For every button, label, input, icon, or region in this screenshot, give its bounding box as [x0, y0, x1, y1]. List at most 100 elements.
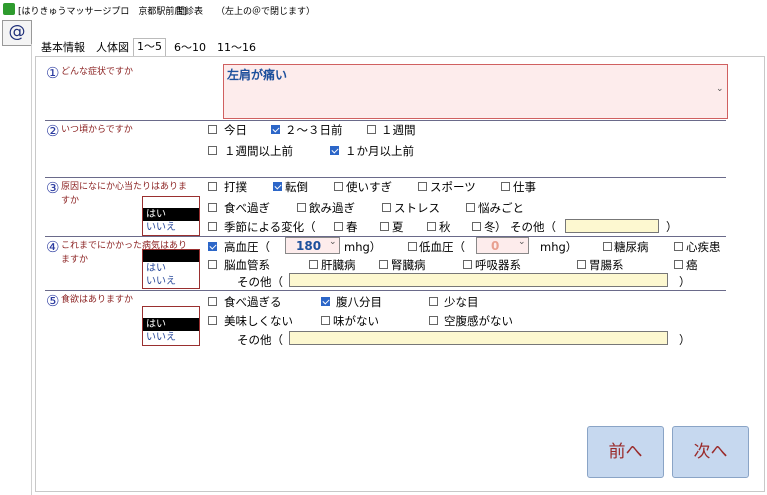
q3-option-checkbox[interactable]: [418, 182, 427, 191]
q4-option-checkbox[interactable]: [208, 260, 217, 269]
q5-option-checkbox[interactable]: [429, 297, 438, 306]
q4-yes-no-list[interactable]: はい いいえ: [142, 249, 200, 289]
q3-option-checkbox[interactable]: [297, 203, 306, 212]
q4-option-checkbox[interactable]: [309, 260, 318, 269]
q5-label: 食欲はありますか: [61, 295, 134, 305]
no-option[interactable]: いいえ: [143, 275, 199, 288]
q5-option-label: 食べ過ぎる: [224, 295, 282, 309]
q2-option-checkbox[interactable]: [367, 125, 376, 134]
q4-label-line2: ますか: [61, 255, 89, 265]
q5-option-checkbox[interactable]: [208, 297, 217, 306]
q2-option-label: １週間以上前: [224, 144, 293, 158]
prev-button[interactable]: 前へ: [587, 426, 664, 478]
q2-option-label: １週間: [381, 123, 416, 137]
tab-6-10[interactable]: 6～10: [171, 40, 209, 56]
q4-option-label: 癌: [686, 258, 698, 272]
blank-option[interactable]: [143, 250, 199, 262]
q4-option-checkbox[interactable]: [674, 260, 683, 269]
chevron-down-icon[interactable]: ⌄: [716, 84, 724, 94]
q5-option-checkbox[interactable]: [429, 316, 438, 325]
next-button[interactable]: 次へ: [672, 426, 749, 478]
no-option[interactable]: いいえ: [143, 331, 199, 344]
q5-option-checkbox[interactable]: [321, 316, 330, 325]
q4-option-checkbox[interactable]: [603, 242, 612, 251]
season-checkbox[interactable]: [472, 222, 481, 231]
high-blood-pressure-label: 高血圧（: [224, 240, 270, 254]
q3-option-checkbox[interactable]: [466, 203, 475, 212]
tab-basic-info[interactable]: 基本情報: [38, 40, 88, 56]
q2-option-checkbox[interactable]: [208, 125, 217, 134]
q3-option-checkbox[interactable]: [382, 203, 391, 212]
q3-option-label: 飲み過ぎ: [309, 201, 355, 215]
window-title: [はりきゅうマッサージプロ 京都駅前店]: [18, 7, 187, 17]
season-checkbox[interactable]: [380, 222, 389, 231]
q2-option-label: 今日: [224, 123, 247, 137]
q3-other-input[interactable]: [565, 219, 659, 233]
q5-option-checkbox[interactable]: [321, 297, 330, 306]
q3-label-line2: すか: [61, 196, 80, 206]
q4-other-close: ）: [679, 275, 691, 289]
q3-option-checkbox[interactable]: [501, 182, 510, 191]
season-label: 冬: [484, 220, 496, 234]
tab-11-16[interactable]: 11～16: [214, 40, 259, 56]
q5-other-close: ）: [679, 333, 691, 347]
low-blood-pressure-checkbox[interactable]: [408, 242, 417, 251]
q4-option-checkbox[interactable]: [577, 260, 586, 269]
q4-number: ④: [46, 238, 60, 256]
close-hint: （左上の＠で閉じます）: [216, 7, 316, 17]
q2-option-checkbox[interactable]: [271, 125, 280, 134]
chevron-down-icon[interactable]: ⌄: [329, 237, 337, 247]
season-label: 夏: [392, 220, 404, 234]
q3-option-label: 悩みごと: [478, 201, 524, 215]
screen-title: 問診表: [176, 7, 204, 17]
tab-1-5[interactable]: 1～5: [133, 38, 166, 57]
yes-option[interactable]: はい: [143, 318, 199, 331]
q2-option-checkbox[interactable]: [208, 146, 217, 155]
q4-option-checkbox[interactable]: [379, 260, 388, 269]
q4-option-label: 糖尿病: [614, 240, 649, 254]
high-blood-pressure-checkbox[interactable]: [208, 242, 217, 251]
separator: [45, 290, 726, 291]
chevron-down-icon[interactable]: ⌄: [518, 237, 526, 247]
yes-option[interactable]: はい: [143, 208, 199, 221]
q5-option-checkbox[interactable]: [208, 316, 217, 325]
season-checkbox[interactable]: [427, 222, 436, 231]
q4-other-label: その他（: [237, 275, 283, 289]
season-label: 春: [346, 220, 358, 234]
q5-other-input[interactable]: [289, 331, 668, 345]
q5-option-label: 味がない: [333, 314, 379, 328]
q3-option-label: 仕事: [513, 180, 536, 194]
q1-label: どんな症状ですか: [61, 67, 134, 77]
q3-option-checkbox[interactable]: [208, 203, 217, 212]
q3-option-checkbox[interactable]: [273, 182, 282, 191]
q4-option-checkbox[interactable]: [463, 260, 472, 269]
symptom-textarea[interactable]: [223, 64, 728, 119]
season-checkbox[interactable]: [334, 222, 343, 231]
q2-option-label: １か月以上前: [345, 144, 414, 158]
title-bar: [はりきゅうマッサージプロ 京都駅前店] 問診表 （左上の＠で閉じます）: [0, 0, 767, 20]
q3-option-label: 食べ過ぎ: [224, 201, 270, 215]
q3-seasonal-checkbox[interactable]: [208, 222, 217, 231]
q4-other-input[interactable]: [289, 273, 668, 287]
q4-option-label: 胃腸系: [589, 258, 624, 272]
q3-option-checkbox[interactable]: [208, 182, 217, 191]
close-at-button[interactable]: @: [2, 20, 32, 46]
q3-option-checkbox[interactable]: [334, 182, 343, 191]
q4-option-checkbox[interactable]: [674, 242, 683, 251]
unit-label: mhg）: [344, 240, 382, 254]
q2-label: いつ頃からですか: [61, 125, 133, 135]
q3-option-label: 転倒: [285, 180, 308, 194]
yes-option[interactable]: はい: [143, 262, 199, 275]
q3-number: ③: [46, 179, 60, 197]
q3-yes-no-list[interactable]: はい いいえ: [142, 196, 200, 236]
q2-option-checkbox[interactable]: [330, 146, 339, 155]
q5-yes-no-list[interactable]: はい いいえ: [142, 306, 200, 346]
no-option[interactable]: いいえ: [143, 221, 199, 234]
high-blood-pressure-value: 180: [296, 239, 322, 253]
separator: [45, 177, 726, 178]
separator: [45, 120, 726, 121]
tab-body-chart[interactable]: 人体図: [93, 40, 132, 56]
q5-other-label: その他（: [237, 333, 283, 347]
left-divider: [31, 44, 32, 495]
symptom-value: 左肩が痛い: [227, 68, 288, 82]
